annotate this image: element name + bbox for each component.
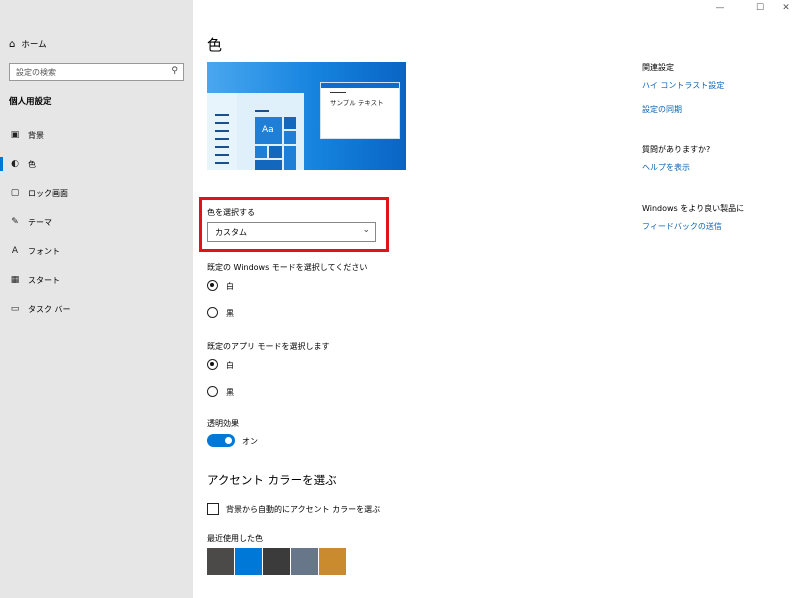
- sidebar: ⌂ ホーム 設定の検索 ⚲ 個人用設定 ▣ 背景 ◐ 色 ▢ ロック画面 ✎ テ…: [0, 0, 193, 598]
- sidebar-item-taskbar[interactable]: ▭ タスク バー: [0, 298, 193, 320]
- get-help-link[interactable]: ヘルプを表示: [642, 162, 690, 173]
- preview-tile: [284, 131, 296, 144]
- sidebar-item-label: タスク バー: [28, 304, 71, 314]
- picture-icon: ▣: [10, 130, 20, 140]
- home-link[interactable]: ⌂ ホーム: [9, 38, 47, 51]
- question-heading: 質問がありますか?: [642, 145, 711, 154]
- sync-settings-link[interactable]: 設定の同期: [642, 104, 682, 115]
- app-mode-dark-label: 黒: [226, 388, 234, 397]
- preview-list-line: [215, 162, 229, 164]
- close-icon[interactable]: ✕: [776, 3, 796, 13]
- auto-accent-label: 背景から自動的にアクセント カラーを選ぶ: [226, 505, 381, 514]
- preview-window: サンプル テキスト: [320, 82, 400, 139]
- sidebar-item-label: 色: [28, 159, 36, 169]
- sidebar-item-fonts[interactable]: A フォント: [0, 240, 193, 262]
- sidebar-item-background[interactable]: ▣ 背景: [0, 124, 193, 146]
- feedback-heading: Windows をより良い製品に: [642, 204, 745, 213]
- search-icon[interactable]: ⚲: [171, 66, 178, 76]
- preview-list-line: [215, 146, 229, 148]
- preview-window-titlebar: [321, 83, 399, 88]
- app-mode-light-label: 白: [226, 361, 234, 370]
- font-icon: A: [11, 246, 19, 256]
- minimize-icon[interactable]: —: [710, 3, 730, 13]
- search-input[interactable]: 設定の検索 ⚲: [9, 63, 184, 81]
- accent-heading: アクセント カラーを選ぶ: [207, 473, 337, 487]
- sidebar-item-label: スタート: [28, 275, 60, 285]
- windows-mode-light-radio[interactable]: [207, 280, 218, 291]
- preview-tile-header: [255, 110, 269, 112]
- high-contrast-link[interactable]: ハイ コントラスト設定: [642, 80, 724, 91]
- transparency-state: オン: [242, 437, 258, 446]
- start-icon: ▦: [10, 275, 20, 285]
- preview-list-line: [215, 154, 229, 156]
- related-settings-heading: 関連設定: [642, 63, 674, 72]
- taskbar-icon: ▭: [10, 304, 20, 314]
- preview-tile: [255, 160, 282, 170]
- preview-tile: [284, 117, 296, 129]
- home-icon: ⌂: [9, 38, 16, 50]
- choose-color-dropdown[interactable]: カスタム ⌄: [207, 222, 376, 242]
- search-placeholder: 設定の検索: [16, 68, 56, 77]
- toggle-knob: [225, 437, 232, 444]
- choose-color-value: カスタム: [215, 228, 247, 237]
- color-swatch[interactable]: [319, 548, 346, 575]
- color-preview-image: Aa サンプル テキスト: [207, 62, 406, 170]
- sidebar-item-label: フォント: [28, 246, 60, 256]
- sidebar-item-label: 背景: [28, 130, 44, 140]
- sidebar-item-start[interactable]: ▦ スタート: [0, 269, 193, 291]
- home-label: ホーム: [21, 40, 47, 50]
- transparency-toggle[interactable]: [207, 434, 235, 447]
- color-swatch[interactable]: [263, 548, 290, 575]
- windows-mode-dark-label: 黒: [226, 309, 234, 318]
- color-swatch[interactable]: [235, 548, 262, 575]
- app-mode-dark-radio[interactable]: [207, 386, 218, 397]
- page-title: 色: [207, 36, 223, 54]
- windows-mode-dark-radio[interactable]: [207, 307, 218, 318]
- preview-tile: [255, 146, 267, 158]
- windows-mode-light-label: 白: [226, 282, 234, 291]
- section-title: 個人用設定: [9, 97, 52, 107]
- give-feedback-link[interactable]: フィードバックの送信: [642, 221, 722, 232]
- windows-mode-label: 既定の Windows モードを選択してください: [207, 263, 368, 272]
- preview-list-line: [215, 114, 229, 116]
- preview-tile: [284, 146, 296, 170]
- recent-colors-label: 最近使用した色: [207, 534, 263, 543]
- preview-tile: [269, 146, 282, 158]
- sidebar-item-themes[interactable]: ✎ テーマ: [0, 211, 193, 233]
- color-swatch[interactable]: [291, 548, 318, 575]
- sidebar-item-label: テーマ: [28, 217, 52, 227]
- sidebar-item-label: ロック画面: [28, 188, 68, 198]
- preview-tile-text: Aa: [262, 125, 274, 135]
- sidebar-item-colors[interactable]: ◐ 色: [0, 153, 193, 175]
- chevron-down-icon: ⌄: [362, 225, 370, 235]
- auto-accent-checkbox[interactable]: [207, 503, 219, 515]
- preview-list-line: [215, 138, 229, 140]
- transparency-label: 透明効果: [207, 419, 239, 428]
- palette-icon: ◐: [11, 159, 19, 169]
- lock-screen-icon: ▢: [10, 188, 20, 198]
- color-swatch[interactable]: [207, 548, 234, 575]
- preview-list-line: [215, 130, 229, 132]
- preview-window-dash: [330, 92, 346, 93]
- theme-brush-icon: ✎: [11, 217, 19, 227]
- app-mode-label: 既定のアプリ モードを選択します: [207, 342, 330, 351]
- maximize-icon[interactable]: ☐: [750, 3, 770, 13]
- app-mode-light-radio[interactable]: [207, 359, 218, 370]
- preview-sample-text: サンプル テキスト: [330, 99, 384, 107]
- sidebar-item-lock-screen[interactable]: ▢ ロック画面: [0, 182, 193, 204]
- preview-list-line: [215, 122, 229, 124]
- choose-color-label: 色を選択する: [207, 208, 255, 217]
